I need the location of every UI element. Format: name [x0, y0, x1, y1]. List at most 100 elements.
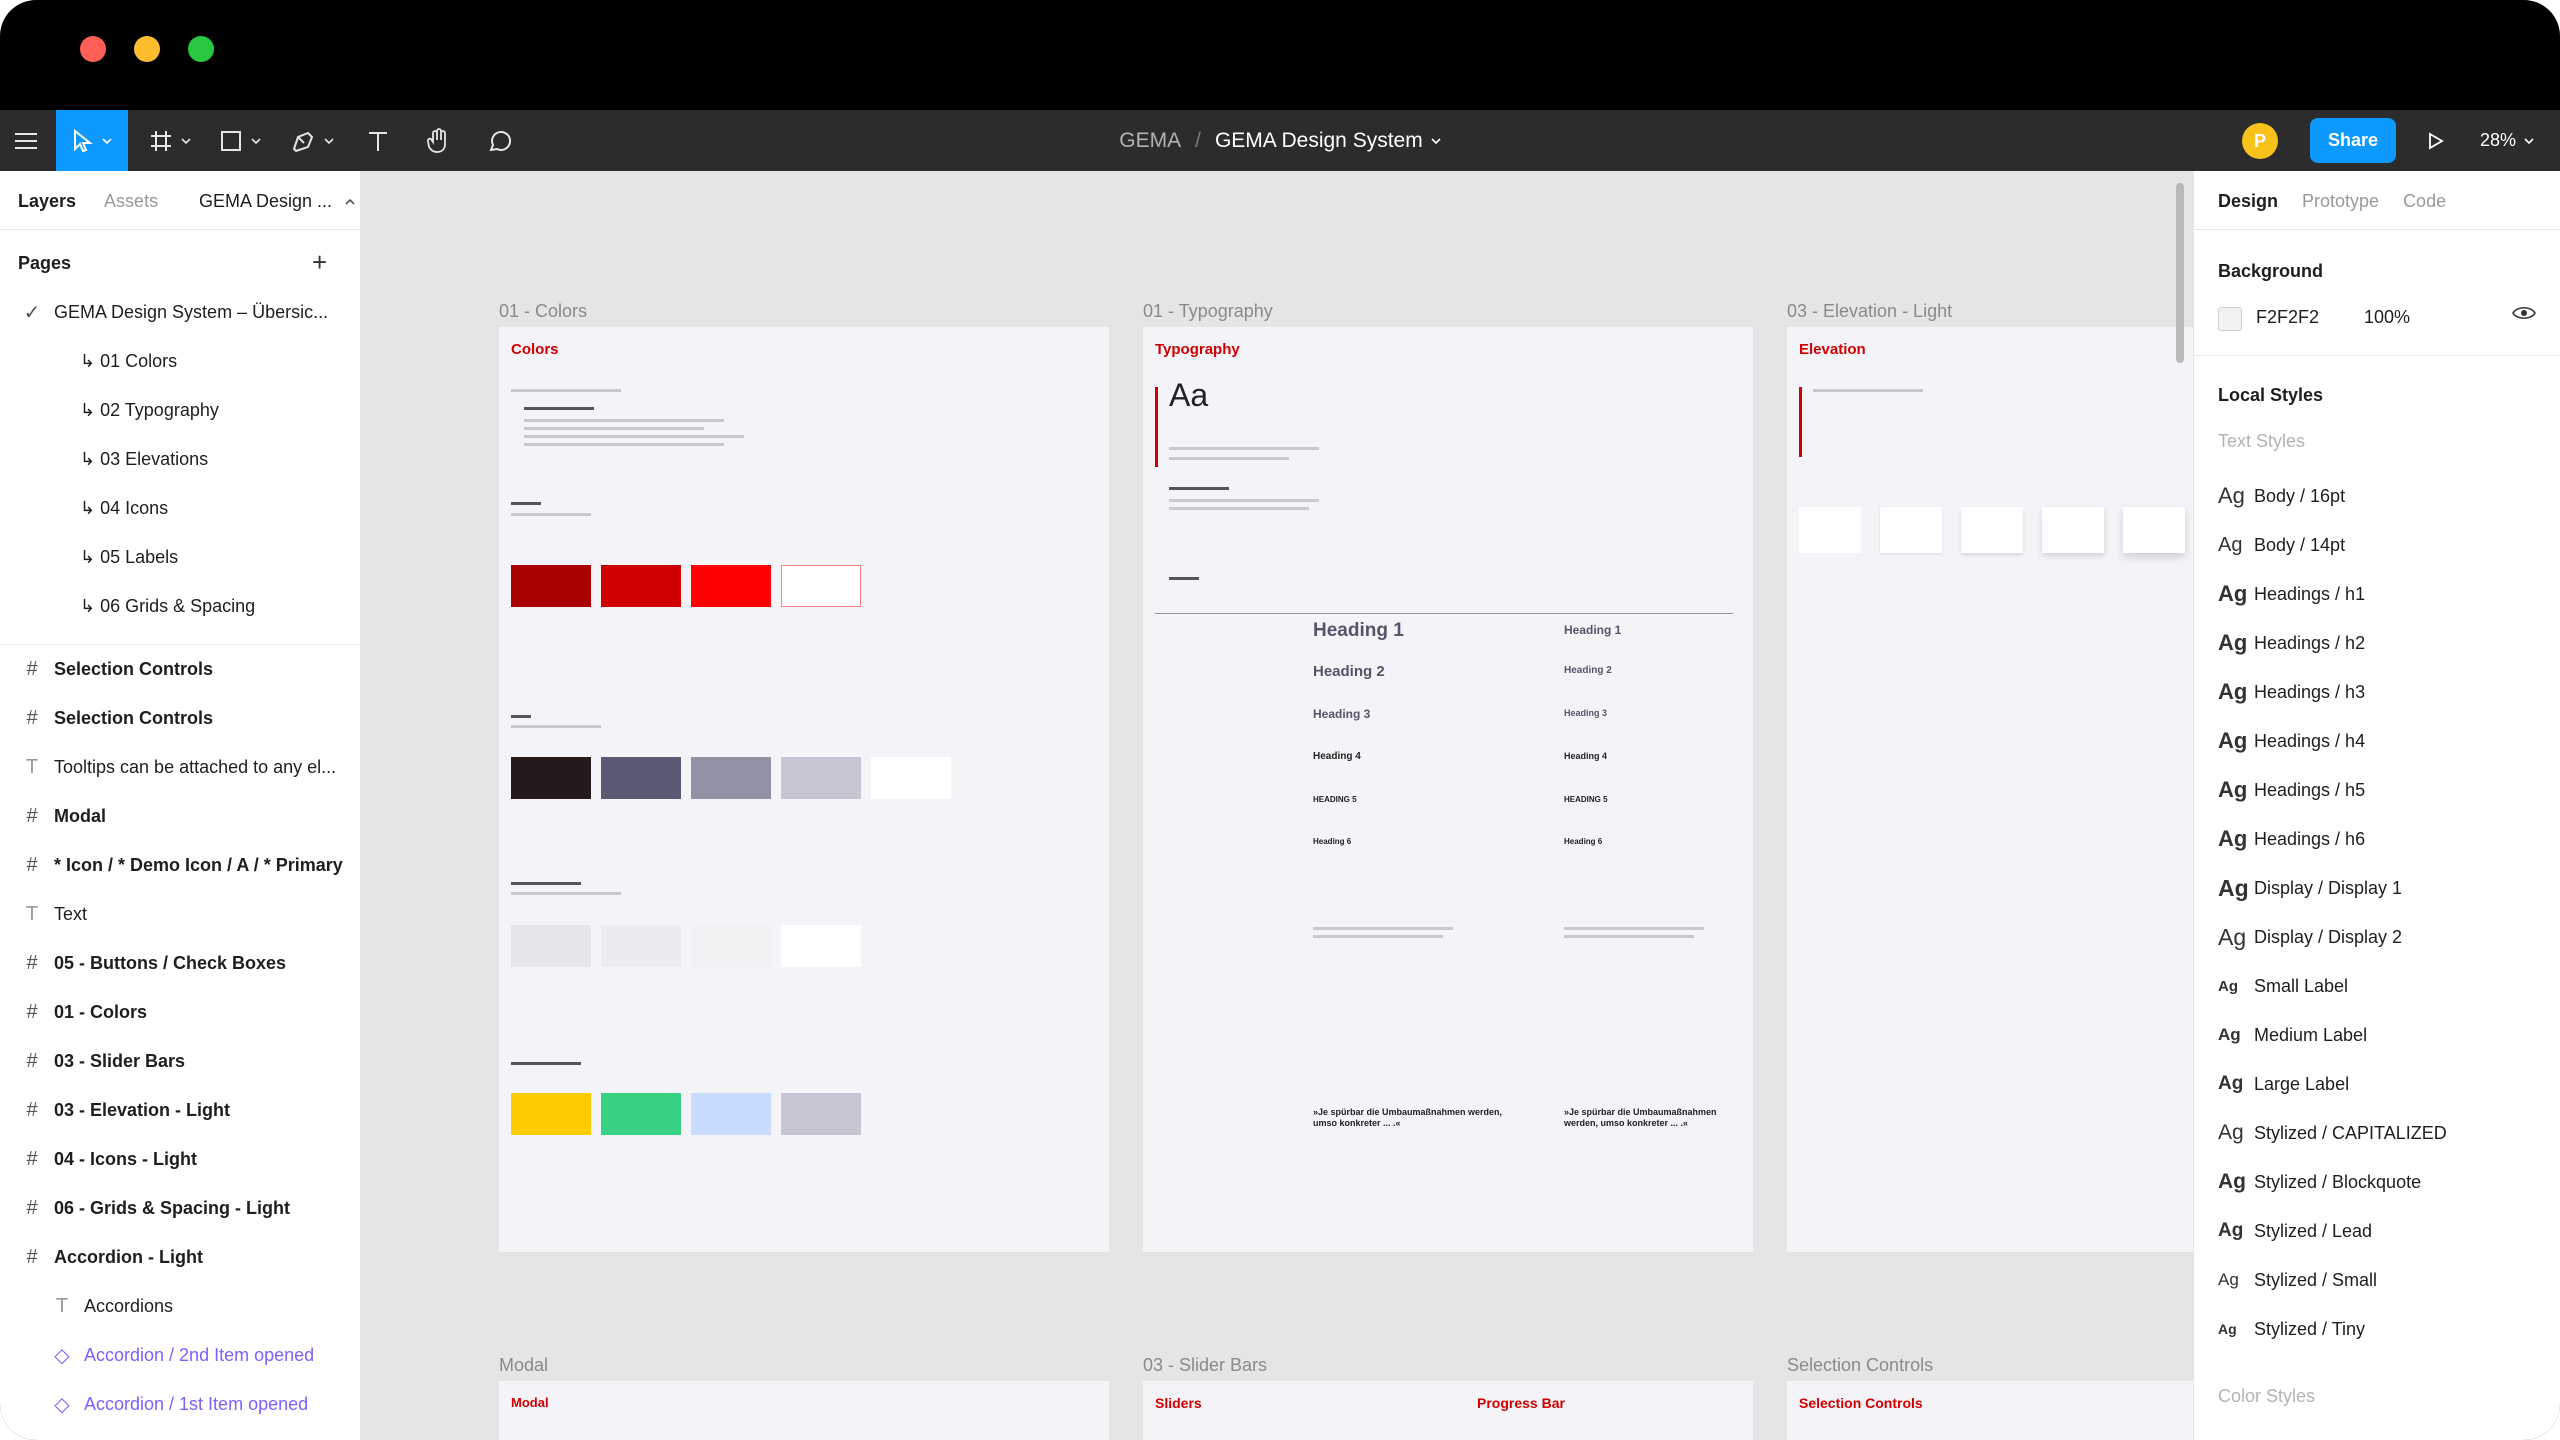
- color-swatch[interactable]: [781, 1093, 861, 1135]
- share-button[interactable]: Share: [2310, 118, 2396, 163]
- text-style-item[interactable]: Ag Stylized / Lead: [2218, 1216, 2372, 1246]
- frame-tool-button[interactable]: [140, 110, 200, 171]
- color-swatch[interactable]: [781, 757, 861, 799]
- page-item[interactable]: ✓ GEMA Design System – Übersic...: [0, 289, 360, 335]
- slider-bars-frame[interactable]: Sliders Progress Bar: [1143, 1381, 1753, 1440]
- close-window-button[interactable]: [80, 36, 106, 62]
- text-style-item[interactable]: Ag Display / Display 2: [2218, 922, 2402, 952]
- color-swatch[interactable]: [511, 757, 591, 799]
- color-swatch[interactable]: [511, 565, 591, 607]
- layer-item[interactable]: T Accordions: [0, 1283, 360, 1329]
- frame-label-selection-controls[interactable]: Selection Controls: [1787, 1355, 1933, 1376]
- visibility-eye-icon[interactable]: [2512, 305, 2536, 326]
- color-swatch[interactable]: [691, 1093, 771, 1135]
- frame-label-modal[interactable]: Modal: [499, 1355, 548, 1376]
- text-style-item[interactable]: Ag Body / 16pt: [2218, 481, 2345, 511]
- elevation-card[interactable]: [1961, 507, 2023, 553]
- color-swatch[interactable]: [601, 757, 681, 799]
- minimize-window-button[interactable]: [134, 36, 160, 62]
- layer-item[interactable]: #03 - Slider Bars: [0, 1038, 360, 1084]
- frame-label-slider-bars[interactable]: 03 - Slider Bars: [1143, 1355, 1267, 1376]
- page-item[interactable]: ↳ 04 Icons: [0, 485, 360, 531]
- color-swatch[interactable]: [511, 925, 591, 967]
- layer-item[interactable]: # * Icon / * Demo Icon / A / * Primary: [0, 842, 360, 888]
- modal-frame[interactable]: Modal: [499, 1381, 1109, 1440]
- maximize-window-button[interactable]: [188, 36, 214, 62]
- text-style-item[interactable]: Ag Body / 14pt: [2218, 530, 2345, 560]
- present-button[interactable]: [2416, 110, 2456, 171]
- layer-item[interactable]: # Selection Controls: [0, 695, 360, 741]
- frame-label-colors[interactable]: 01 - Colors: [499, 301, 587, 322]
- page-item[interactable]: ↳ 02 Typography: [0, 387, 360, 433]
- canvas[interactable]: 01 - Colors Colors 01 - Typography Typog…: [361, 171, 2193, 1440]
- text-style-item[interactable]: Ag Headings / h2: [2218, 628, 2365, 658]
- text-style-item[interactable]: Ag Display / Display 1: [2218, 873, 2402, 903]
- elevation-card[interactable]: [1880, 507, 1942, 553]
- page-picker[interactable]: GEMA Design ...: [199, 191, 355, 212]
- comment-tool-button[interactable]: [480, 110, 520, 171]
- text-style-item[interactable]: Ag Stylized / Tiny: [2218, 1314, 2365, 1344]
- elevation-card[interactable]: [2123, 507, 2185, 553]
- text-style-item[interactable]: Ag Small Label: [2218, 971, 2348, 1001]
- color-swatch[interactable]: [691, 925, 771, 967]
- canvas-scrollbar[interactable]: [2176, 183, 2184, 363]
- elevation-card[interactable]: [1799, 507, 1861, 553]
- tab-prototype[interactable]: Prototype: [2302, 191, 2379, 212]
- selection-controls-frame[interactable]: Selection Controls: [1787, 1381, 2193, 1440]
- text-style-item[interactable]: Ag Large Label: [2218, 1069, 2349, 1099]
- color-swatch[interactable]: [511, 1093, 591, 1135]
- layer-item[interactable]: T Tooltips can be attached to any el...: [0, 744, 360, 790]
- layer-item[interactable]: #01 - Colors: [0, 989, 360, 1035]
- file-name[interactable]: GEMA Design System: [1215, 129, 1423, 153]
- page-item[interactable]: ↳ 03 Elevations: [0, 436, 360, 482]
- text-style-item[interactable]: Ag Stylized / CAPITALIZED: [2218, 1118, 2447, 1148]
- tab-assets[interactable]: Assets: [104, 191, 158, 212]
- layer-item[interactable]: # Accordion - Light: [0, 1234, 360, 1280]
- color-swatch[interactable]: [781, 565, 861, 607]
- color-swatch[interactable]: [601, 925, 681, 967]
- text-style-item[interactable]: Ag Headings / h5: [2218, 775, 2365, 805]
- layer-item[interactable]: ◇ Accordion / 2nd Item opened: [0, 1332, 360, 1378]
- text-style-item[interactable]: Ag Headings / h3: [2218, 677, 2365, 707]
- layer-item[interactable]: T Text: [0, 891, 360, 937]
- layer-item[interactable]: #06 - Grids & Spacing - Light: [0, 1185, 360, 1231]
- text-style-item[interactable]: Ag Stylized / Small: [2218, 1265, 2377, 1295]
- background-hex-input[interactable]: F2F2F2: [2256, 307, 2319, 328]
- add-page-icon[interactable]: +: [312, 249, 327, 275]
- layer-item[interactable]: #05 - Buttons / Check Boxes: [0, 940, 360, 986]
- color-swatch[interactable]: [601, 1093, 681, 1135]
- hand-tool-button[interactable]: [418, 110, 458, 171]
- chevron-down-icon[interactable]: [1431, 137, 1441, 144]
- frame-label-typography[interactable]: 01 - Typography: [1143, 301, 1273, 322]
- project-name[interactable]: GEMA: [1119, 129, 1181, 153]
- move-tool-button[interactable]: [56, 110, 128, 171]
- color-swatch[interactable]: [691, 757, 771, 799]
- tab-layers[interactable]: Layers: [18, 191, 76, 212]
- page-item[interactable]: ↳ 01 Colors: [0, 338, 360, 384]
- text-style-item[interactable]: Ag Medium Label: [2218, 1020, 2367, 1050]
- page-item[interactable]: ↳ 05 Labels: [0, 534, 360, 580]
- frame-label-elevation[interactable]: 03 - Elevation - Light: [1787, 301, 1952, 322]
- text-tool-button[interactable]: [358, 110, 398, 171]
- tab-design[interactable]: Design: [2218, 191, 2278, 212]
- avatar[interactable]: P: [2242, 123, 2278, 159]
- layer-item[interactable]: #04 - Icons - Light: [0, 1136, 360, 1182]
- typography-frame[interactable]: Typography Aa Heading 1 Heading 1 Headin…: [1143, 327, 1753, 1252]
- color-swatch[interactable]: [781, 925, 861, 967]
- tab-code[interactable]: Code: [2403, 191, 2446, 212]
- elevation-frame[interactable]: Elevation: [1787, 327, 2193, 1252]
- colors-frame[interactable]: Colors: [499, 327, 1109, 1252]
- shape-tool-button[interactable]: [210, 110, 270, 171]
- text-style-item[interactable]: Ag Stylized / Blockquote: [2218, 1167, 2421, 1197]
- color-swatch[interactable]: [601, 565, 681, 607]
- main-menu-icon[interactable]: [6, 110, 46, 171]
- elevation-card[interactable]: [2042, 507, 2104, 553]
- layer-item[interactable]: # Modal: [0, 793, 360, 839]
- page-item[interactable]: ↳ 06 Grids & Spacing: [0, 583, 360, 629]
- background-color-swatch[interactable]: [2218, 307, 2242, 331]
- text-style-item[interactable]: Ag Headings / h1: [2218, 579, 2365, 609]
- layer-item[interactable]: # Selection Controls: [0, 646, 360, 692]
- color-swatch[interactable]: [691, 565, 771, 607]
- layer-item[interactable]: #03 - Elevation - Light: [0, 1087, 360, 1133]
- background-opacity-input[interactable]: 100%: [2364, 307, 2410, 328]
